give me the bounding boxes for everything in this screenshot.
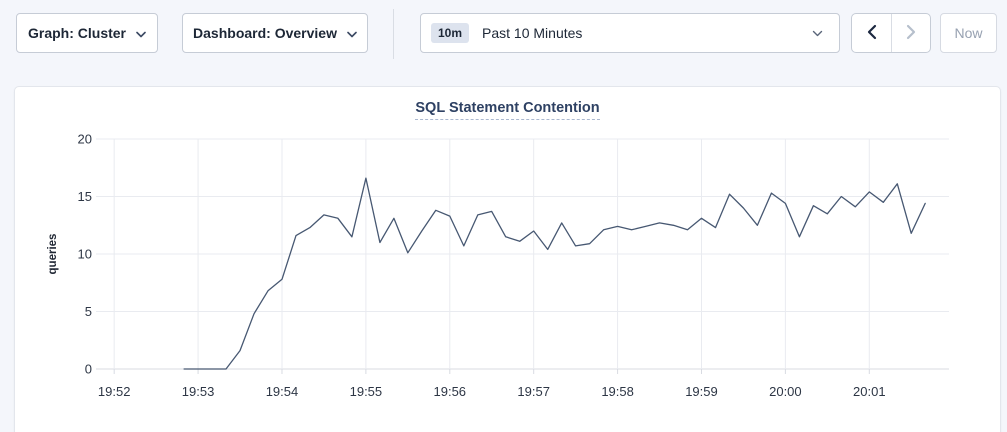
chevron-left-icon — [867, 24, 877, 43]
now-button[interactable]: Now — [940, 13, 997, 53]
prev-time-button[interactable] — [852, 14, 891, 52]
y-tick-label: 10 — [78, 247, 92, 262]
y-tick-label: 20 — [78, 132, 92, 147]
chart-card: SQL Statement Contention 0510152019:5219… — [14, 86, 1001, 432]
time-range-badge: 10m — [431, 23, 469, 43]
toolbar-divider — [393, 9, 394, 59]
y-tick-label: 0 — [85, 362, 92, 377]
x-tick-label: 19:55 — [350, 384, 383, 399]
time-range-picker[interactable]: 10m Past 10 Minutes — [420, 13, 840, 53]
y-tick-label: 15 — [78, 189, 92, 204]
x-tick-label: 19:54 — [266, 384, 299, 399]
y-axis-label: queries — [47, 234, 59, 275]
next-time-button[interactable] — [891, 14, 930, 52]
x-tick-label: 19:59 — [685, 384, 718, 399]
sql-statement-contention-chart: 0 5 10 15 20 19:52 19:53 19:54 19:55 19:56 19:57 19… — [15, 87, 1002, 432]
x-tick-label: 19:56 — [434, 384, 467, 399]
time-pager — [851, 13, 931, 53]
graph-dropdown-label: Graph: Cluster — [28, 25, 126, 41]
x-tick-label: 19:57 — [517, 384, 550, 399]
x-tick-label: 19:53 — [182, 384, 215, 399]
chevron-down-icon — [812, 24, 823, 42]
time-range-label: Past 10 Minutes — [482, 25, 582, 41]
chevron-down-icon — [136, 25, 146, 41]
chevron-down-icon — [347, 25, 357, 41]
chart-line-queries — [184, 178, 925, 369]
x-tick-label: 19:52 — [98, 384, 131, 399]
chevron-right-icon — [906, 24, 916, 43]
x-tick-label: 19:58 — [601, 384, 634, 399]
dashboard-dropdown[interactable]: Dashboard: Overview — [182, 13, 368, 53]
y-tick-label: 5 — [85, 304, 92, 319]
x-tick-label: 20:01 — [853, 384, 886, 399]
dashboard-dropdown-label: Dashboard: Overview — [193, 25, 337, 41]
x-tick-label: 20:00 — [769, 384, 802, 399]
graph-dropdown[interactable]: Graph: Cluster — [16, 13, 158, 53]
